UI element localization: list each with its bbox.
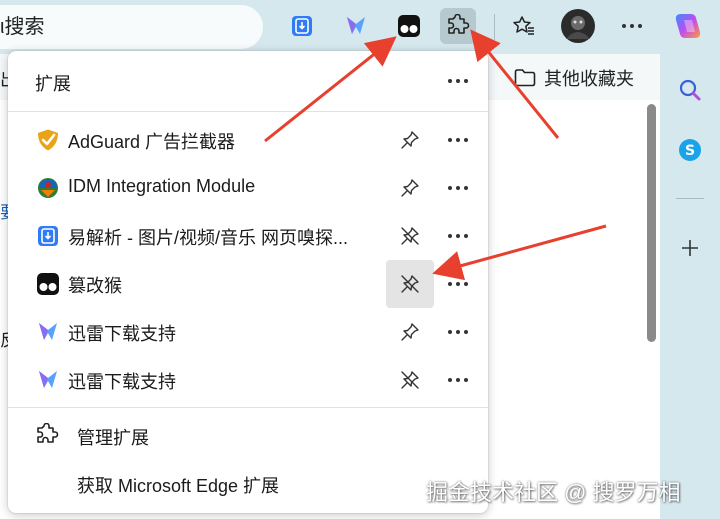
extensions-icon [37,423,59,443]
get-extensions-label: 获取 Microsoft Edge 扩展 [77,476,280,496]
extension-more-button[interactable] [436,356,480,404]
extensions-popup: 扩展 AdGuard 广告拦截器 IDM Integration Module … [8,51,488,513]
extension-more-button[interactable] [436,212,480,260]
more-icon [448,330,468,334]
unpin-icon [401,371,419,389]
pin-button[interactable] [386,308,434,356]
idm-icon [36,176,60,200]
manage-extensions-label: 管理扩展 [77,428,149,448]
extension-row-idm[interactable]: IDM Integration Module [8,164,488,212]
popup-header: 扩展 [8,51,488,111]
extension-more-button[interactable] [436,164,480,212]
get-extensions-item[interactable]: 获取 Microsoft Edge 扩展 [8,459,488,507]
adguard-icon [36,128,60,152]
more-icon [448,138,468,142]
extension-more-button[interactable] [436,308,480,356]
scrollbar-thumb[interactable] [647,104,656,342]
divider [8,111,488,112]
divider [8,407,488,408]
unpin-button[interactable] [386,212,434,260]
search-icon[interactable] [674,74,706,106]
extensions-icon[interactable] [440,8,476,44]
other-favorites-folder[interactable]: 其他收藏夹 [514,65,634,91]
avatar[interactable] [560,8,596,44]
extension-name: 迅雷下载支持 [68,324,176,344]
pin-icon [401,131,419,149]
watermark: 掘金技术社区 @ 搜罗万相 [426,480,681,505]
tampermonkey-icon[interactable] [391,8,427,44]
xunlei-icon [36,368,60,392]
more-icon [448,378,468,382]
unpin-button[interactable] [386,356,434,404]
extension-name: IDM Integration Module [68,176,256,196]
manage-extensions-item[interactable]: 管理扩展 [8,411,488,459]
download-extension-icon [36,224,60,248]
xunlei-icon [36,320,60,344]
folder-icon [514,69,536,87]
unpin-icon [401,275,419,293]
other-favorites-label: 其他收藏夹 [544,69,634,89]
svg-text:S: S [685,143,695,159]
download-extension-icon[interactable] [284,8,320,44]
copilot-icon[interactable] [670,8,706,44]
popup-title: 扩展 [35,74,71,94]
unpin-button[interactable] [386,260,434,308]
extension-name: 迅雷下载支持 [68,372,176,392]
browser-toolbar: ι搜索 [0,0,720,54]
more-icon [448,79,468,83]
tampermonkey-icon [36,272,60,296]
extension-row-yijiexi[interactable]: 易解析 - 图片/视频/音乐 网页嗅探... [8,212,488,260]
toolbar-separator [494,14,495,40]
address-search-input[interactable]: ι搜索 [0,5,263,49]
more-icon[interactable] [614,8,650,44]
extension-more-button[interactable] [436,116,480,164]
more-icon [448,186,468,190]
pin-icon [401,179,419,197]
extension-more-button[interactable] [436,260,480,308]
extension-row-xunlei[interactable]: 迅雷下载支持 [8,308,488,356]
add-icon[interactable] [674,232,706,264]
extension-row-adguard[interactable]: AdGuard 广告拦截器 [8,116,488,164]
extension-name: 易解析 - 图片/视频/音乐 网页嗅探... [68,228,349,248]
pin-button[interactable] [386,116,434,164]
extension-name: 篡改猴 [68,276,122,296]
more-icon [448,282,468,286]
unpin-icon [401,227,419,245]
xunlei-icon[interactable] [338,8,374,44]
sidebar-separator [676,198,704,199]
skype-icon[interactable]: S [674,134,706,166]
extension-row-xunlei-2[interactable]: 迅雷下载支持 [8,356,488,404]
extension-name: AdGuard 广告拦截器 [68,132,236,152]
more-icon [448,234,468,238]
favorites-icon[interactable] [506,8,542,44]
extension-row-tampermonkey[interactable]: 篡改猴 [8,260,488,308]
pin-button[interactable] [386,164,434,212]
right-sidebar: S [660,54,720,519]
pin-icon [401,323,419,341]
popup-more-button[interactable] [436,57,480,105]
